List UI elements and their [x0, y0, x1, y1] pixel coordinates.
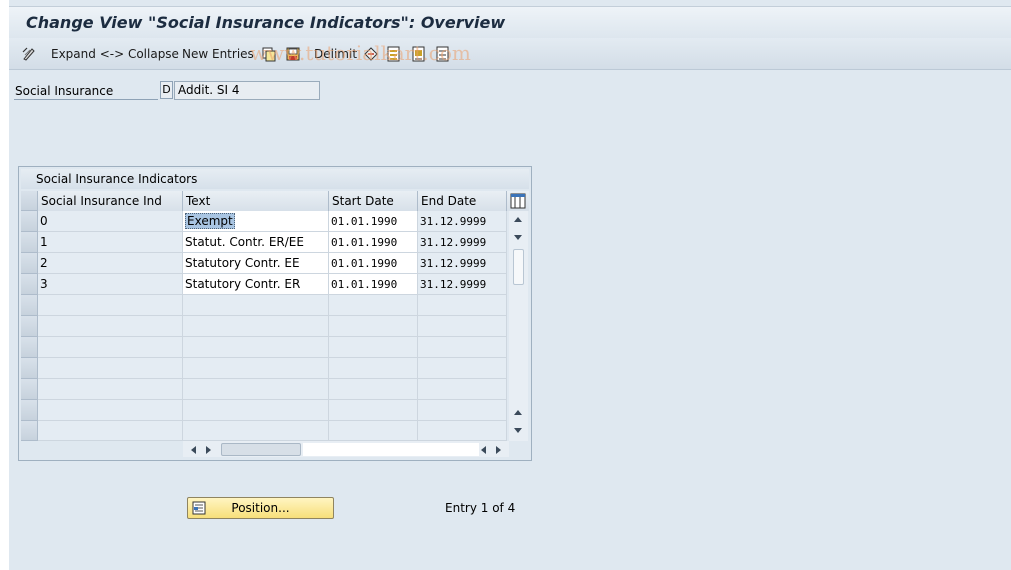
- cell-text-value[interactable]: Exempt: [185, 213, 235, 229]
- scroll-page-up-icon[interactable]: [513, 408, 523, 416]
- column-header-end-date[interactable]: End Date: [418, 191, 507, 211]
- position-button[interactable]: Position...: [187, 497, 334, 519]
- table-title: Social Insurance Indicators: [21, 169, 529, 189]
- empty-cell: [183, 337, 329, 358]
- empty-cell: [418, 379, 507, 400]
- table-settings-button[interactable]: [507, 191, 529, 211]
- row-selector[interactable]: [21, 211, 38, 232]
- cell-start-date[interactable]: 01.01.1990: [329, 274, 418, 295]
- scroll-far-right-icon[interactable]: [495, 445, 503, 455]
- empty-cell: [329, 316, 418, 337]
- cell-ind: 1: [38, 232, 183, 253]
- row-selector[interactable]: [21, 232, 38, 253]
- scroll-up-icon[interactable]: [513, 215, 523, 223]
- empty-cell: [329, 421, 418, 441]
- row-selector[interactable]: [21, 274, 38, 295]
- left-margin: [0, 0, 9, 570]
- social-insurance-label: Social Insurance: [14, 82, 158, 100]
- empty-cell: [38, 295, 183, 316]
- empty-cell: [329, 337, 418, 358]
- empty-cell: [329, 400, 418, 421]
- cell-start-date[interactable]: 01.01.1990: [329, 232, 418, 253]
- empty-cell: [183, 400, 329, 421]
- cell-text[interactable]: Exempt: [183, 211, 329, 232]
- column-header-text[interactable]: Text: [183, 191, 329, 211]
- entry-counter: Entry 1 of 4: [445, 501, 516, 515]
- social-insurance-key: D: [160, 81, 173, 99]
- row-selector[interactable]: [21, 358, 38, 379]
- cell-text[interactable]: Statutory Contr. ER: [183, 274, 329, 295]
- empty-cell: [418, 358, 507, 379]
- cell-end-date: 31.12.9999: [418, 274, 507, 295]
- row-selector[interactable]: [21, 295, 38, 316]
- empty-cell: [329, 358, 418, 379]
- cell-end-date: 31.12.9999: [418, 211, 507, 232]
- social-insurance-value: Addit. SI 4: [174, 81, 320, 100]
- empty-cell: [183, 379, 329, 400]
- application-toolbar: Expand <-> Collapse New Entries Delimit …: [9, 38, 1011, 70]
- cell-text[interactable]: Statut. Contr. ER/EE: [183, 232, 329, 253]
- indicators-table: Social Insurance Indicators Social Insur…: [18, 166, 532, 461]
- cell-start-date[interactable]: 01.01.1990: [329, 211, 418, 232]
- empty-cell: [418, 421, 507, 441]
- vertical-scroll-thumb[interactable]: [513, 249, 524, 285]
- select-all-rows-button[interactable]: [21, 191, 38, 211]
- vertical-scrollbar[interactable]: [509, 211, 528, 441]
- cell-ind: 0: [38, 211, 183, 232]
- scroll-right-icon[interactable]: [205, 445, 213, 455]
- column-header-ind[interactable]: Social Insurance Ind: [38, 191, 183, 211]
- empty-cell: [418, 316, 507, 337]
- empty-cell: [329, 295, 418, 316]
- cell-end-date: 31.12.9999: [418, 253, 507, 274]
- new-entries-button[interactable]: New Entries: [182, 47, 254, 61]
- row-selector[interactable]: [21, 316, 38, 337]
- cell-text[interactable]: Statutory Contr. EE: [183, 253, 329, 274]
- expand-collapse-button[interactable]: Expand <-> Collapse: [51, 47, 179, 61]
- scroll-page-down-icon[interactable]: [513, 427, 523, 435]
- empty-cell: [418, 337, 507, 358]
- horizontal-scrollbar[interactable]: [183, 441, 509, 457]
- position-icon: [192, 501, 206, 515]
- scroll-far-left-icon[interactable]: [479, 445, 487, 455]
- empty-cell: [418, 295, 507, 316]
- row-selector[interactable]: [21, 379, 38, 400]
- empty-cell: [183, 358, 329, 379]
- empty-cell: [38, 337, 183, 358]
- empty-cell: [418, 400, 507, 421]
- page-title: Change View "Social Insurance Indicators…: [26, 13, 506, 32]
- empty-cell: [183, 295, 329, 316]
- horizontal-scroll-thumb[interactable]: [221, 443, 301, 456]
- empty-cell: [38, 421, 183, 441]
- cell-ind: 2: [38, 253, 183, 274]
- row-selector[interactable]: [21, 253, 38, 274]
- empty-cell: [38, 358, 183, 379]
- empty-cell: [183, 421, 329, 441]
- empty-cell: [329, 379, 418, 400]
- row-selector[interactable]: [21, 421, 38, 441]
- row-selector[interactable]: [21, 400, 38, 421]
- cell-ind: 3: [38, 274, 183, 295]
- watermark: www.tutorialkart.com: [250, 41, 471, 65]
- cell-start-date[interactable]: 01.01.1990: [329, 253, 418, 274]
- empty-cell: [183, 316, 329, 337]
- scroll-left-icon[interactable]: [189, 445, 197, 455]
- empty-cell: [38, 400, 183, 421]
- empty-cell: [38, 379, 183, 400]
- display-change-icon[interactable]: [21, 46, 37, 62]
- cell-end-date: 31.12.9999: [418, 232, 507, 253]
- row-selector[interactable]: [21, 337, 38, 358]
- scroll-down-icon[interactable]: [513, 234, 523, 242]
- title-bar: Change View "Social Insurance Indicators…: [9, 6, 1011, 38]
- table-settings-icon: [510, 193, 526, 209]
- horizontal-scroll-track[interactable]: [303, 443, 479, 456]
- column-header-start-date[interactable]: Start Date: [329, 191, 418, 211]
- empty-cell: [38, 316, 183, 337]
- position-button-label: Position...: [231, 501, 290, 515]
